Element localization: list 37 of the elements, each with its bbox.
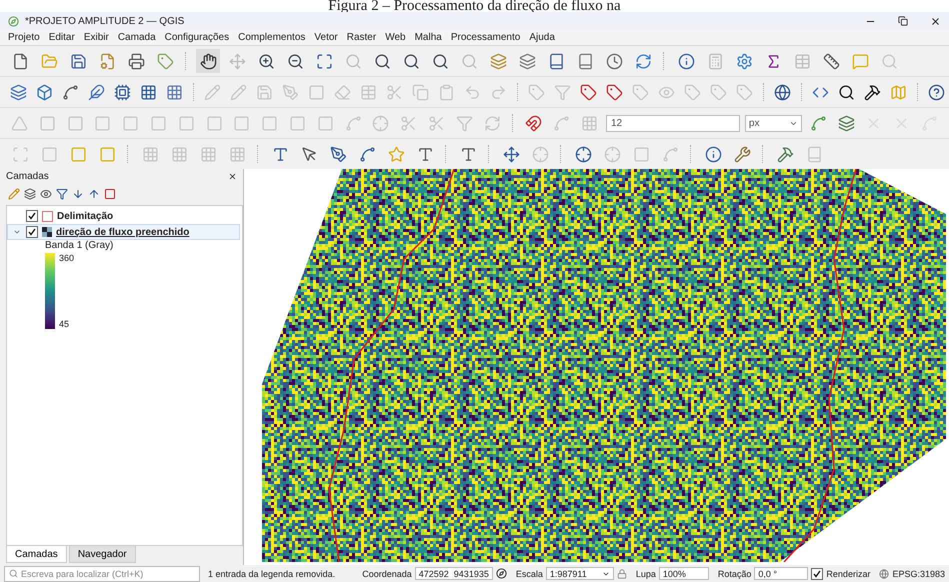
locator-search-field[interactable]: Escreva para localizar (Ctrl+K) xyxy=(4,566,200,582)
menu-item[interactable]: Vetor xyxy=(314,32,338,43)
menu-item[interactable]: Camada xyxy=(118,32,156,43)
rotation-label: Rotação xyxy=(718,568,752,578)
unit-dropdown[interactable]: px xyxy=(744,114,802,132)
window-title: *PROJETO AMPLITUDE 2 — QGIS xyxy=(25,16,184,26)
menu-item[interactable]: Raster xyxy=(346,32,376,43)
coordinate-label: Coordenada xyxy=(362,568,412,578)
panel-tab[interactable]: Navegador xyxy=(68,546,136,563)
layer-row[interactable]: direção de fluxo preenchido xyxy=(7,224,240,240)
menu-item[interactable]: Processamento xyxy=(450,32,520,43)
magnifier-spinbox[interactable]: 100% xyxy=(658,567,709,580)
coordinate-field[interactable]: 472592 9431935 xyxy=(414,567,493,580)
magnifier-label: Lupa xyxy=(636,568,656,578)
panel-tab[interactable]: Camadas xyxy=(6,546,67,563)
band-label: Banda 1 (Gray) xyxy=(45,240,114,251)
menu-item[interactable]: Projeto xyxy=(8,32,40,43)
menu-item[interactable]: Web xyxy=(385,32,406,43)
layer-row[interactable]: Delimitação xyxy=(7,208,240,224)
menu-item[interactable]: Complementos xyxy=(238,32,306,43)
status-message: 1 entrada da legenda removida. xyxy=(208,568,336,578)
menu-item[interactable]: Ajuda xyxy=(529,32,555,43)
rotation-spinbox[interactable]: 0,0 ° xyxy=(754,567,808,580)
scale-dropdown[interactable]: 1:987911 xyxy=(546,567,614,580)
scale-label: Escala xyxy=(516,568,543,578)
layer-name: Delimitação xyxy=(57,210,114,222)
menu-item[interactable]: Configurações xyxy=(164,32,230,43)
render-label: Renderizar xyxy=(826,568,870,578)
layer-name: direção de fluxo preenchido xyxy=(56,226,190,238)
menu-item[interactable]: Exibir xyxy=(84,32,109,43)
menu-item[interactable]: Malha xyxy=(414,32,442,43)
crs-label[interactable]: EPSG:31983 xyxy=(892,568,945,578)
panel-title: Camadas xyxy=(6,170,49,182)
ramp-min-label: 45 xyxy=(59,319,70,329)
tolerance-spinbox[interactable]: 12 xyxy=(606,114,740,132)
ramp-max-label: 360 xyxy=(59,253,74,263)
menu-item[interactable]: Editar xyxy=(48,32,75,43)
